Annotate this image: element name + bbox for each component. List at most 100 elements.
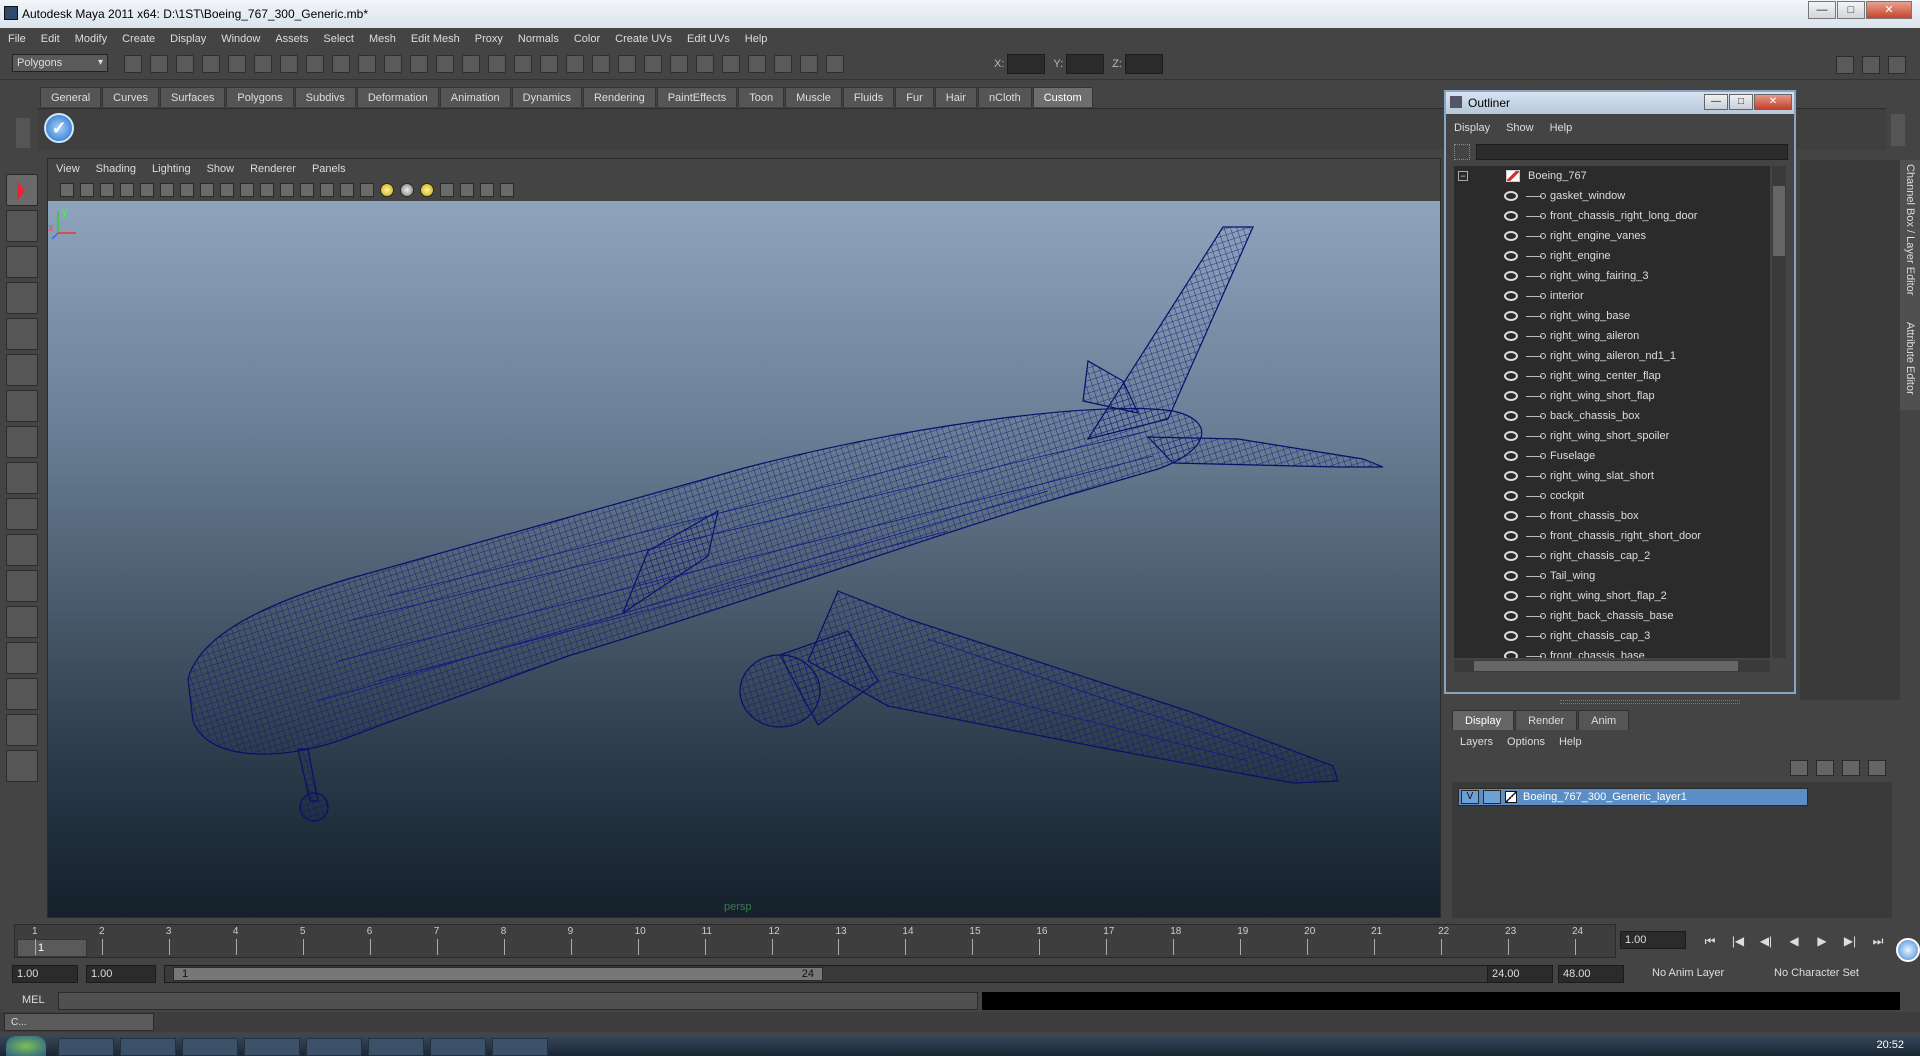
eye-icon[interactable]	[1504, 511, 1518, 521]
current-frame-marker[interactable]: 1	[17, 939, 87, 957]
eye-icon[interactable]	[1504, 331, 1518, 341]
perspective-viewport[interactable]: persp y x	[48, 201, 1440, 917]
xray-joints-icon[interactable]	[480, 183, 494, 197]
all-lights-icon[interactable]	[420, 183, 434, 197]
collapse-icon[interactable]: −	[1458, 171, 1468, 181]
outliner-item-row[interactable]: right_wing_aileron_nd1_1	[1454, 346, 1770, 366]
field-chart-icon[interactable]	[240, 183, 254, 197]
outliner-item-row[interactable]: right_wing_short_flap_2	[1454, 586, 1770, 606]
outliner-filter-input[interactable]	[1476, 144, 1788, 160]
eye-icon[interactable]	[1504, 271, 1518, 281]
outliner-item-row[interactable]: right_wing_fairing_3	[1454, 266, 1770, 286]
eye-icon[interactable]	[1504, 211, 1518, 221]
panel-menu-renderer[interactable]: Renderer	[250, 163, 296, 175]
outliner-item-row[interactable]: gasket_window	[1454, 186, 1770, 206]
minimized-window[interactable]: C...	[4, 1013, 154, 1031]
outliner-item-row[interactable]: front_chassis_right_short_door	[1454, 526, 1770, 546]
layer-visibility-toggle[interactable]: V	[1461, 790, 1479, 804]
outliner-item-row[interactable]: front_chassis_base	[1454, 646, 1770, 658]
current-time-field[interactable]: 1.00	[1620, 931, 1686, 949]
menu-create[interactable]: Create	[122, 33, 155, 45]
step-back-key-button[interactable]: |◀	[1728, 933, 1748, 949]
select-hierarchy-icon[interactable]	[202, 55, 220, 73]
highlight-icon[interactable]	[488, 55, 506, 73]
outliner-item-row[interactable]: right_wing_short_spoiler	[1454, 426, 1770, 446]
safe-action-icon[interactable]	[260, 183, 274, 197]
play-backwards-button[interactable]: ◀	[1784, 933, 1804, 949]
grid-icon[interactable]	[160, 183, 174, 197]
layer-color-swatch-icon[interactable]	[1505, 791, 1517, 803]
show-manipulator-icon[interactable]	[6, 462, 38, 494]
menu-file[interactable]: File	[8, 33, 26, 45]
taskbar-app-icon[interactable]	[120, 1038, 176, 1056]
menu-display[interactable]: Display	[170, 33, 206, 45]
paint-select-tool-icon[interactable]	[6, 246, 38, 278]
taskbar-maya-icon[interactable]	[492, 1038, 548, 1056]
persp-graph-hypergraph-layout-icon[interactable]	[6, 714, 38, 746]
animation-start-field[interactable]: 1.00	[12, 965, 78, 983]
rotate-tool-icon[interactable]	[6, 318, 38, 350]
eye-icon[interactable]	[1504, 611, 1518, 621]
outliner-root-row[interactable]: − Boeing_767	[1454, 166, 1770, 186]
taskbar-app3-icon[interactable]	[368, 1038, 424, 1056]
filter-icon[interactable]	[1454, 144, 1470, 160]
menu-modify[interactable]: Modify	[75, 33, 107, 45]
layer-tab-anim[interactable]: Anim	[1578, 710, 1630, 730]
outliner-item-row[interactable]: right_chassis_cap_3	[1454, 626, 1770, 646]
layer-menu-options[interactable]: Options	[1507, 736, 1545, 748]
film-gate-icon[interactable]	[180, 183, 194, 197]
shelf-tab-deformation[interactable]: Deformation	[356, 87, 439, 107]
menu-create-uvs[interactable]: Create UVs	[615, 33, 672, 45]
smooth-shade-icon[interactable]	[320, 183, 334, 197]
outliner-item-row[interactable]: right_wing_aileron	[1454, 326, 1770, 346]
menu-normals[interactable]: Normals	[518, 33, 559, 45]
backface-culling-icon[interactable]	[500, 183, 514, 197]
safe-title-icon[interactable]	[280, 183, 294, 197]
eye-icon[interactable]	[1504, 191, 1518, 201]
outliner-item-row[interactable]: front_chassis_right_long_door	[1454, 206, 1770, 226]
command-input[interactable]	[58, 992, 978, 1010]
snap-point-icon[interactable]	[358, 55, 376, 73]
shelf-tab-dynamics[interactable]: Dynamics	[511, 87, 582, 107]
shelf-tab-animation[interactable]: Animation	[439, 87, 511, 107]
menu-assets[interactable]: Assets	[275, 33, 308, 45]
new-scene-icon[interactable]	[124, 55, 142, 73]
close-button[interactable]: ✕	[1866, 1, 1912, 19]
snap-curve-icon[interactable]	[332, 55, 350, 73]
last-tool-icon[interactable]	[6, 498, 38, 530]
step-forward-frame-button[interactable]: ▶|	[1840, 933, 1860, 949]
taskbar-app4-icon[interactable]	[430, 1038, 486, 1056]
hypershade-persp-layout-icon[interactable]	[6, 678, 38, 710]
start-button-icon[interactable]	[6, 1036, 46, 1056]
render-settings-icon[interactable]	[722, 55, 740, 73]
outliner-item-row[interactable]: right_wing_center_flap	[1454, 366, 1770, 386]
outliner-horizontal-scrollbar[interactable]	[1454, 660, 1770, 672]
bookmark-icon[interactable]	[100, 183, 114, 197]
range-slider-track[interactable]: 1 24	[164, 965, 1494, 983]
snap-plane-icon[interactable]	[384, 55, 402, 73]
outliner-close-button[interactable]: ✕	[1754, 94, 1792, 110]
maximize-button[interactable]: □	[1837, 1, 1865, 19]
shelf-tab-fur[interactable]: Fur	[895, 87, 934, 107]
y-field[interactable]	[1066, 54, 1105, 74]
shelf-tab-surfaces[interactable]: Surfaces	[159, 87, 226, 107]
outliner-item-row[interactable]: right_engine	[1454, 246, 1770, 266]
shelf-tab-custom[interactable]: Custom	[1032, 87, 1093, 107]
taskbar-browser-icon[interactable]	[58, 1038, 114, 1056]
shelf-tab-polygons[interactable]: Polygons	[226, 87, 294, 107]
default-lighting-icon[interactable]	[380, 183, 394, 197]
eye-icon[interactable]	[1504, 311, 1518, 321]
go-to-end-button[interactable]: ⏭	[1868, 933, 1888, 949]
x-field[interactable]	[1007, 54, 1046, 74]
panel-menu-view[interactable]: View	[56, 163, 80, 175]
shelf-tab-general[interactable]: General	[40, 87, 102, 107]
menu-edit-uvs[interactable]: Edit UVs	[687, 33, 730, 45]
check-icon[interactable]: ✓	[44, 113, 74, 143]
move-layer-down-icon[interactable]	[1816, 760, 1834, 776]
snap-surface-icon[interactable]	[410, 55, 428, 73]
outliner-item-row[interactable]: Tail_wing	[1454, 566, 1770, 586]
eye-icon[interactable]	[1504, 531, 1518, 541]
outliner-vertical-scrollbar[interactable]	[1772, 166, 1786, 658]
eye-icon[interactable]	[1504, 591, 1518, 601]
eye-icon[interactable]	[1504, 551, 1518, 561]
